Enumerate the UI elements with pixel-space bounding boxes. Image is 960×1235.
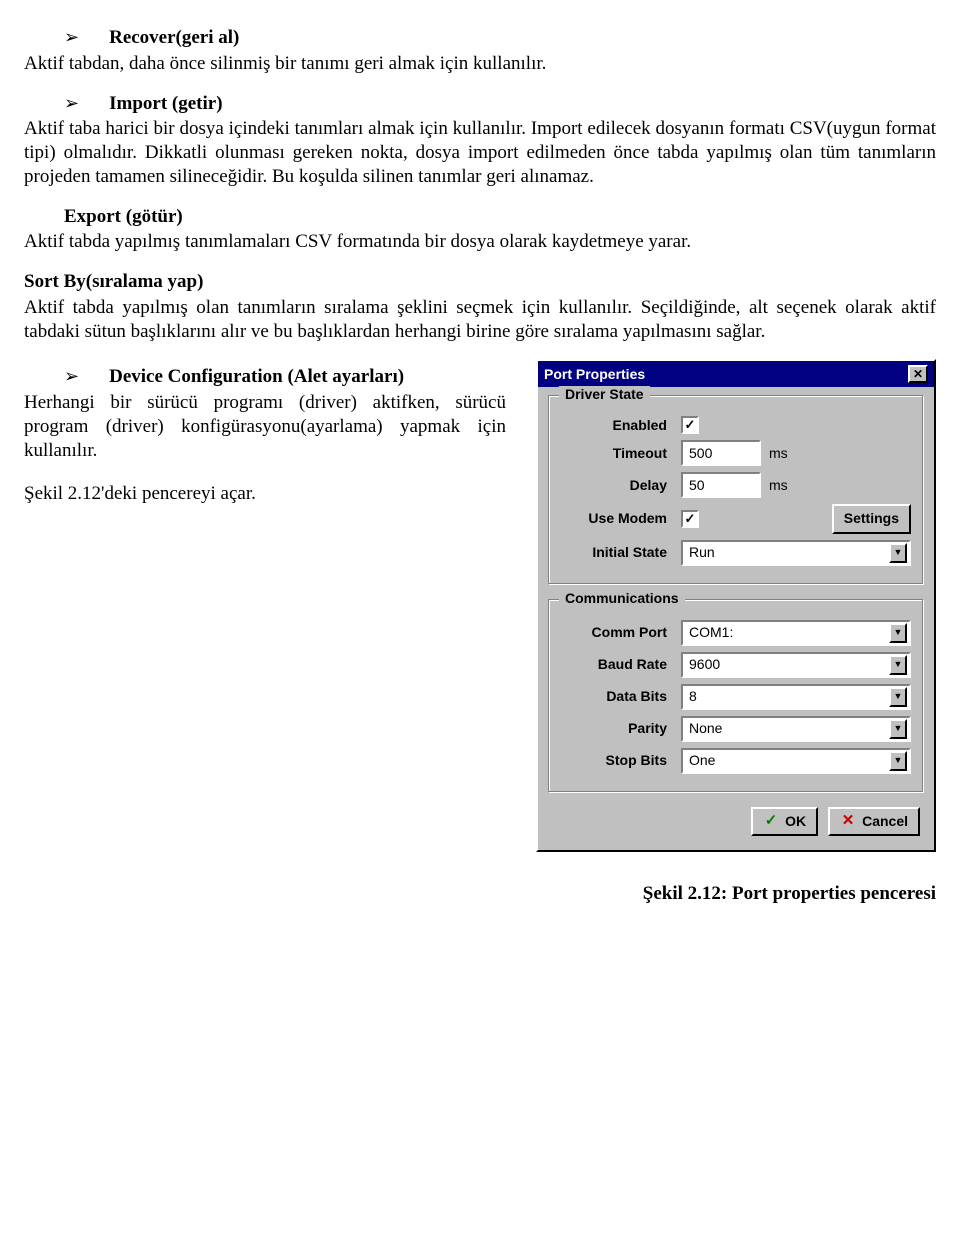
heading-recover: ➢ Recover(geri al) xyxy=(24,26,936,50)
heading-import: ➢ Import (getir) xyxy=(24,92,936,116)
chevron-down-icon: ▼ xyxy=(889,623,907,643)
label-data-bits: Data Bits xyxy=(561,688,681,706)
chevron-down-icon: ▼ xyxy=(889,655,907,675)
label-baud-rate: Baud Rate xyxy=(561,656,681,674)
stop-bits-value: One xyxy=(689,752,715,770)
body-sortby: Aktif tabda yapılmış olan tanımların sır… xyxy=(24,296,936,344)
label-enabled: Enabled xyxy=(561,417,681,435)
bullet-arrow-icon: ➢ xyxy=(64,92,79,115)
parity-select[interactable]: None ▼ xyxy=(681,716,911,742)
check-icon: ✓ xyxy=(763,814,779,830)
data-bits-value: 8 xyxy=(689,688,697,706)
cancel-button-label: Cancel xyxy=(862,813,908,831)
data-bits-select[interactable]: 8 ▼ xyxy=(681,684,911,710)
close-button[interactable]: ✕ xyxy=(908,365,928,383)
bullet-arrow-icon: ➢ xyxy=(64,26,79,49)
label-delay: Delay xyxy=(561,477,681,495)
delay-input[interactable]: 50 xyxy=(681,472,761,498)
label-stop-bits: Stop Bits xyxy=(561,752,681,770)
legend-driver-state: Driver State xyxy=(559,386,650,404)
legend-communications: Communications xyxy=(559,590,685,608)
heading-recover-label: Recover(geri al) xyxy=(109,26,239,50)
delay-value: 50 xyxy=(689,477,705,495)
dialog-title-text: Port Properties xyxy=(544,366,645,384)
heading-export: Export (götür) xyxy=(64,205,936,229)
chevron-down-icon: ▼ xyxy=(889,687,907,707)
comm-port-value: COM1: xyxy=(689,624,733,642)
heading-devcfg: ➢ Device Configuration (Alet ayarları) xyxy=(24,365,506,389)
chevron-down-icon: ▼ xyxy=(889,543,907,563)
dialog-titlebar[interactable]: Port Properties ✕ xyxy=(538,361,934,387)
group-communications: Communications Comm Port COM1: ▼ Baud Ra… xyxy=(548,599,924,793)
bullet-arrow-icon: ➢ xyxy=(64,365,79,388)
body-import: Aktif taba harici bir dosya içindeki tan… xyxy=(24,117,936,188)
cancel-button[interactable]: ✕ Cancel xyxy=(828,807,920,837)
label-parity: Parity xyxy=(561,720,681,738)
unit-ms: ms xyxy=(769,445,788,463)
settings-button[interactable]: Settings xyxy=(832,504,911,534)
group-driver-state: Driver State Enabled ✓ Timeout 500 ms De… xyxy=(548,395,924,585)
stop-bits-select[interactable]: One ▼ xyxy=(681,748,911,774)
label-initial-state: Initial State xyxy=(561,544,681,562)
parity-value: None xyxy=(689,720,722,738)
heading-sortby: Sort By(sıralama yap) xyxy=(24,270,936,294)
baud-rate-value: 9600 xyxy=(689,656,720,674)
body-recover: Aktif tabdan, daha önce silinmiş bir tan… xyxy=(24,52,936,76)
unit-ms: ms xyxy=(769,477,788,495)
timeout-value: 500 xyxy=(689,445,712,463)
port-properties-dialog: Port Properties ✕ Driver State Enabled ✓… xyxy=(536,359,936,852)
enabled-checkbox[interactable]: ✓ xyxy=(681,416,699,434)
label-comm-port: Comm Port xyxy=(561,624,681,642)
heading-import-label: Import (getir) xyxy=(109,92,222,116)
initial-state-value: Run xyxy=(689,544,715,562)
label-use-modem: Use Modem xyxy=(561,510,681,528)
heading-devcfg-label: Device Configuration (Alet ayarları) xyxy=(109,365,404,389)
use-modem-checkbox[interactable]: ✓ xyxy=(681,510,699,528)
baud-rate-select[interactable]: 9600 ▼ xyxy=(681,652,911,678)
ok-button-label: OK xyxy=(785,813,806,831)
chevron-down-icon: ▼ xyxy=(889,751,907,771)
body-export: Aktif tabda yapılmış tanımlamaları CSV f… xyxy=(24,230,936,254)
close-icon: ✕ xyxy=(913,368,923,380)
initial-state-select[interactable]: Run ▼ xyxy=(681,540,911,566)
body-devcfg: Herhangi bir sürücü programı (driver) ak… xyxy=(24,391,506,462)
comm-port-select[interactable]: COM1: ▼ xyxy=(681,620,911,646)
body-devcfg-extra: Şekil 2.12'deki pencereyi açar. xyxy=(24,482,506,506)
chevron-down-icon: ▼ xyxy=(889,719,907,739)
timeout-input[interactable]: 500 xyxy=(681,440,761,466)
figure-caption: Şekil 2.12: Port properties penceresi xyxy=(536,882,936,906)
x-icon: ✕ xyxy=(840,814,856,830)
label-timeout: Timeout xyxy=(561,445,681,463)
settings-button-label: Settings xyxy=(844,510,899,528)
ok-button[interactable]: ✓ OK xyxy=(751,807,818,837)
